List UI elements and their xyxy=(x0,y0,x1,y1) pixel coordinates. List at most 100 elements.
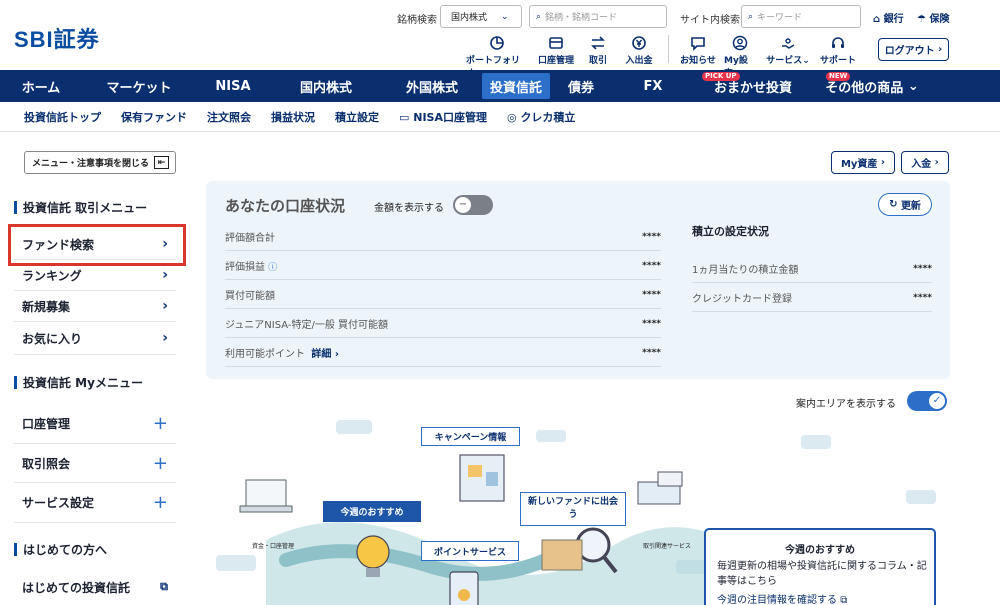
beginner-title: はじめての方へ xyxy=(14,541,107,558)
chevron-right-icon: › xyxy=(162,267,168,283)
trade-link[interactable]: 取引 xyxy=(586,35,610,66)
account-management-link[interactable]: 口座管理 xyxy=(534,35,578,66)
server-illustration xyxy=(637,471,683,505)
headset-icon xyxy=(832,37,844,48)
label-funds-account: 資金・口座管理 xyxy=(252,543,295,550)
bubble-point-service[interactable]: ポイントサービス xyxy=(421,541,519,561)
show-amount-toggle[interactable]: − xyxy=(453,195,493,215)
subnav-credit-card[interactable]: ◎ クレカ積立 xyxy=(507,109,575,125)
external-link-icon: ⧉ xyxy=(160,580,168,593)
guide-area-label: 案内エリアを表示する xyxy=(796,399,896,410)
show-amount-label: 金額を表示する xyxy=(374,203,444,214)
subnav-orders[interactable]: 注文照会 xyxy=(207,109,251,125)
check-icon: ✓ xyxy=(929,393,945,409)
gnav-market[interactable]: マーケット xyxy=(82,70,196,102)
tsumitate-row-card: クレジットカード登録 **** xyxy=(692,284,932,312)
plus-icon: + xyxy=(152,452,168,474)
deposit-button[interactable]: 入金 › xyxy=(901,151,949,174)
menu-beginner-trust[interactable]: はじめての投資信託 ⧉ xyxy=(14,572,176,602)
trade-menu-title: 投資信託 取引メニュー xyxy=(14,199,147,216)
user-circle-icon: ◎ xyxy=(506,110,517,124)
bank-link[interactable]: ⌂ 銀行 xyxy=(873,10,904,25)
account-row-total: 評価額合計 **** xyxy=(225,223,661,251)
chevron-right-icon: › xyxy=(162,298,168,314)
gnav-nisa[interactable]: NISA xyxy=(196,70,270,102)
chevron-right-icon: › xyxy=(880,157,886,168)
plus-icon: + xyxy=(152,492,168,513)
card-icon: ▭ xyxy=(399,110,410,124)
menu-ranking[interactable]: ランキング › xyxy=(14,260,176,291)
site-search-label: サイト内検索 xyxy=(680,15,740,26)
insurance-link[interactable]: ☂ 保険 xyxy=(917,10,949,25)
external-link-icon: ⧉ xyxy=(840,595,848,605)
stock-search-placeholder: 銘柄・銘柄コード xyxy=(545,13,618,23)
laptop-illustration xyxy=(239,479,293,513)
subnav-pnl[interactable]: 損益状況 xyxy=(271,109,315,125)
weekly-card-link-label: 今週の注目情報を確認する xyxy=(717,595,837,605)
bubble-weekly-pick[interactable]: 今週のおすすめ xyxy=(323,501,421,522)
market-select[interactable]: 国内株式 ⌄ xyxy=(440,5,522,28)
menu-new-offerings[interactable]: 新規募集 › xyxy=(14,291,176,322)
gnav-foreign-stocks[interactable]: 外国株式 xyxy=(382,70,482,102)
service-menu[interactable]: サービス⌄ xyxy=(764,35,812,66)
pie-chart-icon xyxy=(490,36,504,50)
site-search-input[interactable]: ⌕ キーワード xyxy=(741,5,861,28)
chevron-down-icon: ⌄ xyxy=(802,56,810,66)
gnav-bonds[interactable]: 債券 xyxy=(550,70,612,102)
bank-link-label: 銀行 xyxy=(883,14,904,25)
tsumitate-title: 積立の設定状況 xyxy=(692,225,769,238)
phone-illustration xyxy=(449,571,479,605)
gnav-domestic-stocks[interactable]: 国内株式 xyxy=(270,70,382,102)
gnav-omakase[interactable]: PICK UP おまかせ投資 xyxy=(694,70,812,102)
subnav-top[interactable]: 投資信託トップ xyxy=(24,109,101,125)
menu-service-settings[interactable]: サービス設定 + xyxy=(14,483,176,523)
subnav-tsumitate[interactable]: 積立設定 xyxy=(335,109,379,125)
sbi-logo[interactable]: SBI証券 xyxy=(14,22,100,54)
help-icon[interactable]: ⓘ xyxy=(268,263,277,273)
account-row-buying-power: 買付可能額 **** xyxy=(225,281,661,309)
points-detail-link[interactable]: 詳細 › xyxy=(311,349,339,360)
hand-service-icon xyxy=(782,38,795,49)
deposit-withdraw-link[interactable]: 入出金 xyxy=(622,35,656,66)
tsumitate-row-monthly: 1ヵ月当たりの積立金額 **** xyxy=(692,255,932,283)
gnav-investment-trust[interactable]: 投資信託 xyxy=(482,73,550,99)
logout-label: ログアウト xyxy=(884,46,935,57)
menu-favorites[interactable]: お気に入り › xyxy=(14,322,176,355)
account-row-points: 利用可能ポイント 詳細 › **** xyxy=(225,339,661,367)
gnav-home[interactable]: ホーム xyxy=(0,70,82,102)
account-row-junior-nisa: ジュニアNISA-特定/一般 買付可能額 **** xyxy=(225,310,661,338)
subnav-holdings[interactable]: 保有ファンド xyxy=(121,109,187,125)
exchange-icon xyxy=(591,36,605,50)
stock-search-label: 銘柄検索 xyxy=(397,15,437,26)
notice-link[interactable]: お知らせ xyxy=(678,35,718,66)
notice-label: お知らせ xyxy=(680,56,716,66)
menu-account-management[interactable]: 口座管理 + xyxy=(14,404,176,444)
stock-search-input[interactable]: ⌕ 銘柄・銘柄コード xyxy=(529,5,667,28)
chevron-down-icon: ⌄ xyxy=(907,78,919,94)
deposit-withdraw-label: 入出金 xyxy=(625,56,653,66)
my-assets-button[interactable]: My資産 › xyxy=(831,151,895,174)
logout-button[interactable]: ログアウト › xyxy=(878,38,949,61)
search-icon: ⌕ xyxy=(536,11,542,22)
menu-trade-inquiry[interactable]: 取引照会 + xyxy=(14,444,176,483)
trade-label: 取引 xyxy=(588,56,607,66)
refresh-button[interactable]: ↻ 更新 xyxy=(878,193,932,216)
bubble-new-fund[interactable]: 新しいファンドに出会う xyxy=(520,492,626,526)
umbrella-icon: ☂ xyxy=(917,14,926,25)
weekly-card-link[interactable]: 今週の注目情報を確認する ⧉ xyxy=(717,591,847,605)
weekly-card-text: 毎週更新の相場や投資信託に関するコラム・記事等はこちら xyxy=(717,561,927,587)
gnav-fx[interactable]: FX xyxy=(612,70,694,102)
yen-coin-icon xyxy=(632,36,646,50)
global-nav: ホーム マーケット NISA 国内株式 外国株式 投資信託 債券 FX PICK… xyxy=(0,70,1000,102)
support-link[interactable]: サポート xyxy=(818,35,858,66)
guide-area-toggle[interactable]: ✓ xyxy=(907,391,947,411)
gnav-other-products[interactable]: NEW その他の商品 ⌄ xyxy=(812,70,932,102)
plus-icon: + xyxy=(152,413,168,434)
menu-toggle-button[interactable]: メニュー・注意事項を閉じる ⇤ xyxy=(24,151,176,174)
subnav-nisa[interactable]: ▭ NISA口座管理 xyxy=(399,109,487,125)
refresh-icon: ↻ xyxy=(889,199,898,210)
menu-toggle-label: メニュー・注意事項を閉じる xyxy=(32,159,150,169)
bubble-campaign[interactable]: キャンペーン情報 xyxy=(421,427,520,446)
weekly-card-title: 今週のおすすめ xyxy=(785,545,855,556)
account-row-pnl: 評価損益 ⓘ **** xyxy=(225,252,661,280)
